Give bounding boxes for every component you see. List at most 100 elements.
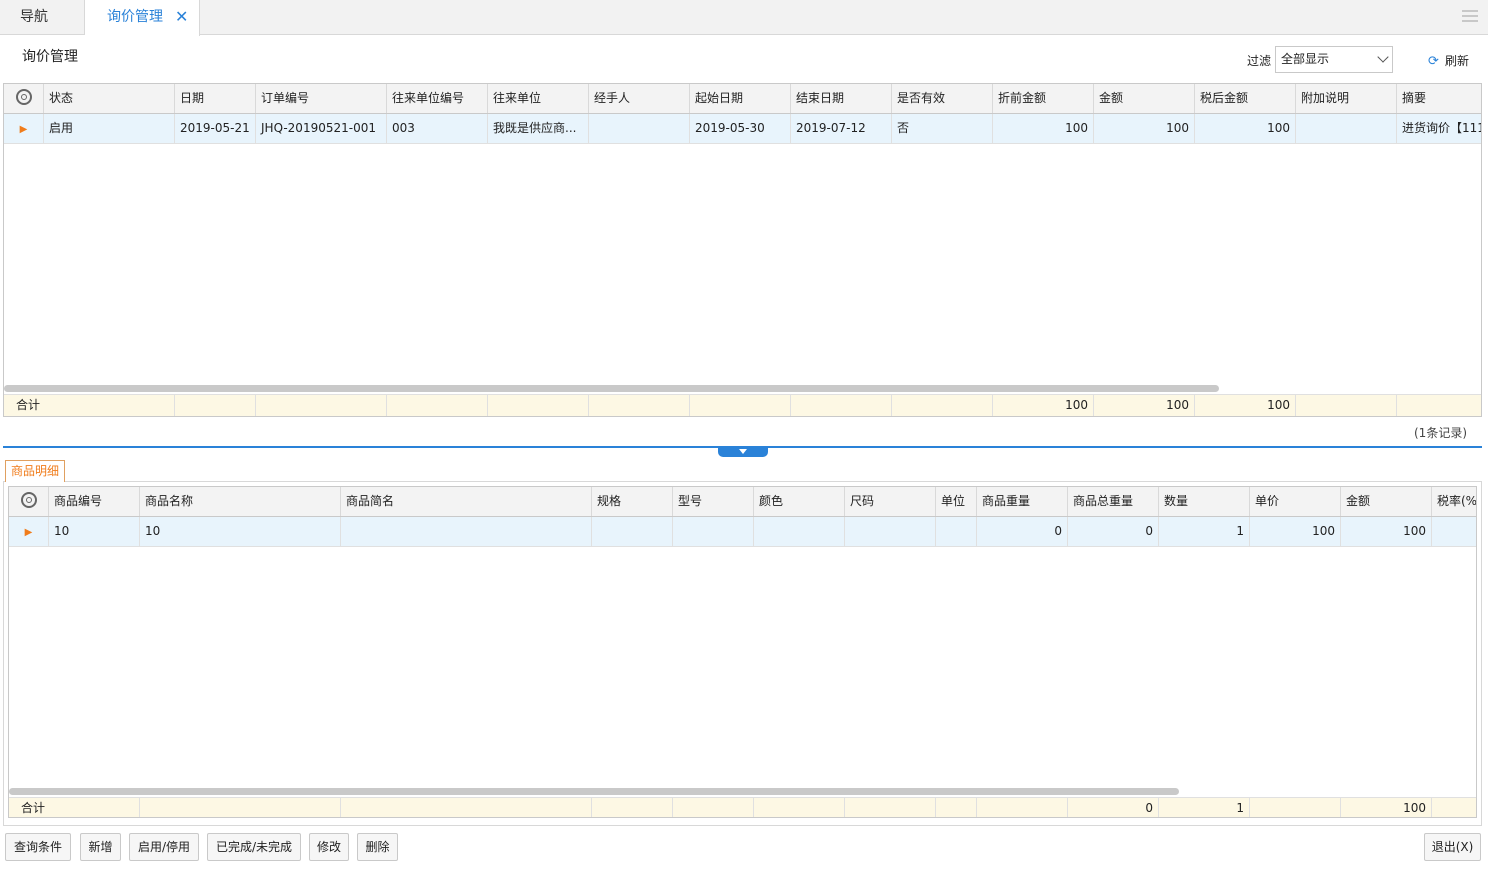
table-cell: 100 [993, 114, 1094, 143]
table-cell [754, 517, 845, 546]
summary-cell [1296, 395, 1397, 416]
summary-cell: 100 [1094, 395, 1195, 416]
column-header[interactable]: 金额 [1341, 487, 1432, 516]
column-header[interactable]: 尺码 [845, 487, 936, 516]
table-cell: 2019-05-30 [690, 114, 791, 143]
table-row[interactable]: ▶ 启用 2019-05-21 JHQ-20190521-001 003 我既是供应商..… [4, 114, 1481, 144]
summary-cell [589, 395, 690, 416]
column-header[interactable]: 折前金额 [993, 84, 1094, 113]
horizontal-scrollbar[interactable] [9, 788, 1179, 795]
column-header[interactable]: 单位 [936, 487, 977, 516]
summary-cell [690, 395, 791, 416]
table-cell [589, 114, 690, 143]
table-cell [673, 517, 754, 546]
record-count: (1条记录) [1414, 426, 1467, 440]
summary-cell: 0 [1068, 798, 1159, 817]
column-settings-gear-icon[interactable] [4, 84, 44, 113]
refresh-label: 刷新 [1445, 54, 1470, 68]
column-header[interactable]: 结束日期 [791, 84, 892, 113]
main-grid: 状态 日期 订单编号 往来单位编号 往来单位 经手人 起始日期 结束日期 是否有效 折前金额 金额税… [3, 83, 1482, 417]
column-header[interactable]: 税后金额 [1195, 84, 1296, 113]
page-title: 询价管理 [22, 49, 78, 65]
row-indicator-icon: ▶ [4, 114, 44, 143]
chevron-down-icon [1377, 51, 1389, 63]
horizontal-scrollbar[interactable] [4, 385, 1219, 392]
tab-product-details[interactable]: 商品明细 [5, 460, 66, 482]
column-header[interactable]: 是否有效 [892, 84, 993, 113]
column-header[interactable]: 税率(% [1432, 487, 1476, 516]
summary-cell [256, 395, 387, 416]
tab-navigation[interactable]: 导航 [0, 0, 85, 35]
summary-cell: 1 [1159, 798, 1250, 817]
column-header[interactable]: 订单编号 [256, 84, 387, 113]
column-header[interactable]: 金额 [1094, 84, 1195, 113]
column-header[interactable]: 数量 [1159, 487, 1250, 516]
tab-inquiry-management[interactable]: 询价管理 ✕ [85, 0, 200, 36]
table-cell: 进货询价【111 [1397, 114, 1481, 143]
column-header[interactable]: 商品简名 [341, 487, 592, 516]
close-icon[interactable]: ✕ [175, 0, 188, 34]
column-header[interactable]: 往来单位 [488, 84, 589, 113]
column-header[interactable]: 日期 [175, 84, 256, 113]
table-cell: JHQ-20190521-001 [256, 114, 387, 143]
row-indicator-icon: ▶ [9, 517, 49, 546]
tab-label: 询价管理 [107, 9, 163, 25]
table-cell [341, 517, 592, 546]
summary-cell: 100 [1195, 395, 1296, 416]
summary-label: 合计 [9, 798, 140, 817]
column-header[interactable]: 商品总重量 [1068, 487, 1159, 516]
summary-cell [754, 798, 845, 817]
summary-cell [175, 395, 256, 416]
column-header[interactable]: 规格 [592, 487, 673, 516]
detail-grid: 商品编号 商品名称 商品简名 规格 型号 颜色 尺码 单位 商品重量 商品总重量 数量 单价 金额 税率(… [8, 486, 1477, 818]
column-header[interactable]: 型号 [673, 487, 754, 516]
column-header[interactable]: 往来单位编号 [387, 84, 488, 113]
table-cell: 0 [977, 517, 1068, 546]
column-header[interactable]: 起始日期 [690, 84, 791, 113]
refresh-icon: ⟳ [1428, 53, 1439, 69]
column-header[interactable]: 摘要 [1397, 84, 1481, 113]
table-cell: 1 [1159, 517, 1250, 546]
column-header[interactable]: 颜色 [754, 487, 845, 516]
summary-cell [791, 395, 892, 416]
table-cell: 2019-05-21 [175, 114, 256, 143]
filter-select[interactable]: 全部显示 [1275, 46, 1393, 73]
column-header[interactable]: 单价 [1250, 487, 1341, 516]
table-cell: 2019-07-12 [791, 114, 892, 143]
summary-cell [936, 798, 977, 817]
column-header[interactable]: 状态 [44, 84, 175, 113]
summary-cell: 100 [993, 395, 1094, 416]
main-grid-summary: 合计 100 100 100 [4, 394, 1481, 416]
column-header[interactable]: 商品名称 [140, 487, 341, 516]
column-header[interactable]: 商品重量 [977, 487, 1068, 516]
menu-icon[interactable] [1462, 10, 1478, 24]
refresh-button[interactable]: ⟳ 刷新 [1428, 52, 1469, 69]
edit-button[interactable]: 修改 [309, 833, 349, 861]
complete-toggle-button[interactable]: 已完成/未完成 [207, 833, 301, 861]
table-cell: 0 [1068, 517, 1159, 546]
table-cell: 100 [1341, 517, 1432, 546]
table-cell [592, 517, 673, 546]
add-button[interactable]: 新增 [80, 833, 121, 861]
table-cell: 我既是供应商... [488, 114, 589, 143]
summary-cell [673, 798, 754, 817]
table-cell [1432, 517, 1476, 546]
query-conditions-button[interactable]: 查询条件 [5, 833, 71, 861]
column-header[interactable]: 经手人 [589, 84, 690, 113]
enable-disable-button[interactable]: 启用/停用 [129, 833, 199, 861]
table-cell: 100 [1250, 517, 1341, 546]
main-grid-header: 状态 日期 订单编号 往来单位编号 往来单位 经手人 起始日期 结束日期 是否有效 折前金额 金额税… [4, 84, 1481, 114]
exit-button[interactable]: 退出(X) [1424, 833, 1481, 861]
column-header[interactable]: 附加说明 [1296, 84, 1397, 113]
detail-grid-header: 商品编号 商品名称 商品简名 规格 型号 颜色 尺码 单位 商品重量 商品总重量 数量 单价 金额 税率(… [9, 487, 1476, 517]
collapse-toggle-icon[interactable] [718, 447, 768, 457]
table-row[interactable]: ▶ 10 10 0 0 1 100 100 [9, 517, 1476, 547]
summary-cell [140, 798, 341, 817]
delete-button[interactable]: 删除 [357, 833, 398, 861]
column-settings-gear-icon[interactable] [9, 487, 49, 516]
filter-value: 全部显示 [1281, 52, 1330, 66]
summary-cell [488, 395, 589, 416]
column-header[interactable]: 商品编号 [49, 487, 140, 516]
summary-cell [1397, 395, 1481, 416]
summary-cell [1250, 798, 1341, 817]
